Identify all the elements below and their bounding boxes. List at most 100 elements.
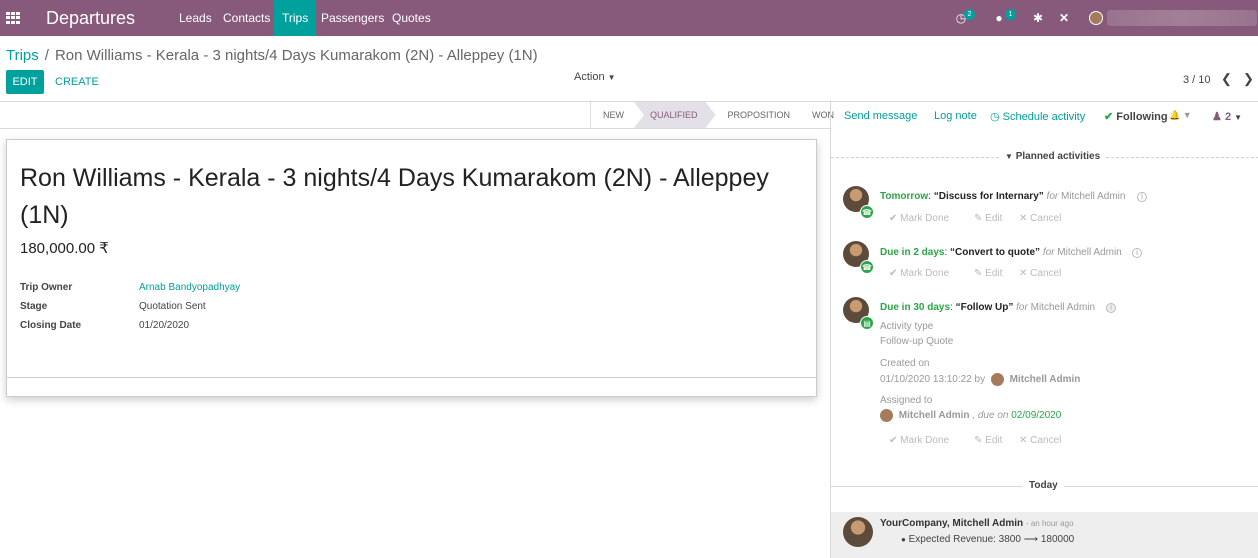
times-icon: ✕	[1019, 213, 1028, 224]
caret-down-icon: ▼	[1005, 152, 1013, 161]
action-dropdown[interactable]: Action ▼	[574, 71, 616, 83]
activity-count-badge: 2	[964, 9, 975, 20]
pager-value[interactable]: 3 / 10	[1183, 74, 1211, 86]
message-author[interactable]: YourCompany, Mitchell Admin	[880, 518, 1023, 529]
phone-icon: ☎	[860, 205, 874, 219]
activity-2-edit[interactable]: ✎ Edit	[974, 268, 1002, 279]
activity-3-mark-done[interactable]: ✔ Mark Done	[889, 435, 949, 446]
control-panel: Trips / Ron Williams - Kerala - 3 nights/4…	[0, 36, 1258, 102]
assigned-to-value: Mitchell Admin	[898, 410, 970, 422]
message-header: YourCompany, Mitchell Admin - an hour ag…	[880, 518, 1074, 529]
trip-owner-value[interactable]: Arnab Bandyopadhyay	[139, 282, 240, 293]
due-on-text: , due on	[972, 410, 1009, 422]
following-label: Following	[1116, 111, 1168, 123]
menu-contacts[interactable]: Contacts	[215, 0, 278, 36]
followers-count: 2	[1224, 111, 1232, 123]
trip-owner-label: Trip Owner	[20, 282, 73, 293]
menu-passengers[interactable]: Passengers	[313, 0, 392, 36]
check-icon: ✔	[889, 435, 898, 446]
activity-type-label: Activity type	[880, 321, 934, 332]
bug-icon[interactable]: ✱	[1030, 10, 1046, 26]
planned-activities-toggle[interactable]: ▼ Planned activities	[999, 151, 1107, 162]
caret-down-icon: ▼	[607, 73, 616, 82]
following-button[interactable]: ✔ Following	[1104, 110, 1168, 123]
activity-1-edit[interactable]: ✎ Edit	[974, 213, 1002, 224]
document-icon: ▤	[860, 316, 874, 330]
activity-1-cancel[interactable]: ✕ Cancel	[1019, 213, 1061, 224]
followers-button[interactable]: ♟ 2 ▼	[1212, 110, 1242, 123]
activity-2-cancel[interactable]: ✕ Cancel	[1019, 268, 1061, 279]
activity-1-for: for	[1046, 191, 1059, 202]
assignee-avatar	[880, 409, 893, 422]
form-sheet: Ron Williams - Kerala - 3 nights/4 Days …	[6, 139, 817, 397]
pencil-icon: ✎	[974, 435, 983, 446]
created-on-line: 01/10/2020 13:10:22 by Mitchell Admin	[880, 373, 1080, 386]
message-tracking-value: ● Expected Revenue: 3800 ⟶ 180000	[901, 534, 1074, 545]
breadcrumb: Trips / Ron Williams - Kerala - 3 nights/4…	[6, 47, 538, 64]
stage-qualified[interactable]: QUALIFIED	[634, 102, 716, 128]
user-avatar[interactable]	[1089, 11, 1103, 25]
activity-2-user: Mitchell Admin	[1057, 247, 1122, 258]
pencil-icon: ✎	[974, 268, 983, 279]
edit-label: Edit	[985, 435, 1003, 446]
message-author-avatar	[843, 517, 873, 547]
activity-1-when: Tomorrow	[880, 191, 929, 202]
check-icon: ✔	[889, 213, 898, 224]
info-icon[interactable]: i	[1137, 192, 1147, 202]
activity-3-for: for	[1016, 302, 1028, 313]
apps-menu-icon[interactable]	[6, 12, 20, 24]
breadcrumb-separator: /	[44, 47, 49, 64]
activity-3-line: Due in 30 days: “Follow Up” for Mitchell…	[880, 302, 1096, 313]
pager-next-icon[interactable]: ❯	[1243, 71, 1254, 87]
activity-type-value: Follow-up Quote	[880, 336, 954, 347]
statusbar-divider	[0, 128, 830, 129]
stage-label: Stage	[20, 301, 48, 312]
activity-3-cancel[interactable]: ✕ Cancel	[1019, 435, 1061, 446]
assigned-to-line: Mitchell Admin , due on 02/09/2020	[880, 409, 1061, 422]
edit-button[interactable]: EDIT	[6, 70, 44, 94]
stage-new[interactable]: NEW	[591, 102, 634, 128]
breadcrumb-current: Ron Williams - Kerala - 3 nights/4 Days …	[54, 47, 538, 64]
activity-1-mark-done[interactable]: ✔ Mark Done	[889, 213, 949, 224]
activity-3-when: Due in 30 days	[880, 302, 951, 313]
activity-2-when: Due in 2 days	[880, 247, 945, 258]
phone-icon: ☎	[860, 260, 874, 274]
menu-quotes[interactable]: Quotes	[384, 0, 439, 36]
times-icon: ✕	[1019, 435, 1028, 446]
breadcrumb-trips-link[interactable]: Trips	[6, 47, 39, 64]
pager-previous-icon[interactable]: ❮	[1221, 71, 1232, 87]
activity-3-edit[interactable]: ✎ Edit	[974, 435, 1002, 446]
pencil-icon: ✎	[974, 213, 983, 224]
app-brand[interactable]: Departures	[46, 8, 135, 29]
created-on-label: Created on	[880, 358, 930, 369]
created-by-value: Mitchell Admin	[1009, 374, 1081, 386]
menu-leads[interactable]: Leads	[171, 0, 220, 36]
create-button[interactable]: CREATE	[55, 70, 99, 94]
cancel-label: Cancel	[1030, 435, 1062, 446]
check-icon: ✔	[889, 268, 898, 279]
caret-down-icon: ▼	[1234, 113, 1243, 122]
schedule-activity-button[interactable]: ◷ Schedule activity	[990, 110, 1085, 123]
activity-1-line: Tomorrow: “Discuss for Internary” for Mi…	[880, 191, 1126, 202]
info-icon[interactable]: i	[1106, 303, 1116, 313]
send-message-button[interactable]: Send message	[844, 110, 917, 122]
menu-trips[interactable]: Trips	[274, 0, 317, 36]
stage-proposition[interactable]: PROPOSITION	[716, 102, 801, 128]
activity-3-user: Mitchell Admin	[1030, 302, 1096, 313]
info-icon[interactable]: i	[1132, 248, 1142, 258]
activity-1-summary: “Discuss for Internary”	[933, 191, 1044, 202]
cancel-label: Cancel	[1030, 213, 1062, 224]
bell-dropdown-icon[interactable]: 🔔 ▼	[1169, 110, 1192, 121]
clock-icon: ◷	[990, 111, 1000, 123]
activity-2-line: Due in 2 days: “Convert to quote” for Mi…	[880, 247, 1122, 258]
stage-statusbar: NEW QUALIFIED PROPOSITION WON	[590, 102, 844, 129]
activity-2-for: for	[1042, 247, 1055, 258]
action-label: Action	[574, 71, 605, 83]
edit-label: Edit	[985, 268, 1003, 279]
log-note-button[interactable]: Log note	[934, 110, 977, 122]
activity-2-mark-done[interactable]: ✔ Mark Done	[889, 268, 949, 279]
user-name-blurred[interactable]	[1107, 10, 1257, 26]
assigned-to-label: Assigned to	[880, 395, 933, 406]
tools-icon[interactable]: ✕	[1056, 10, 1072, 26]
expected-revenue: 180,000.00 ₹	[20, 240, 109, 257]
